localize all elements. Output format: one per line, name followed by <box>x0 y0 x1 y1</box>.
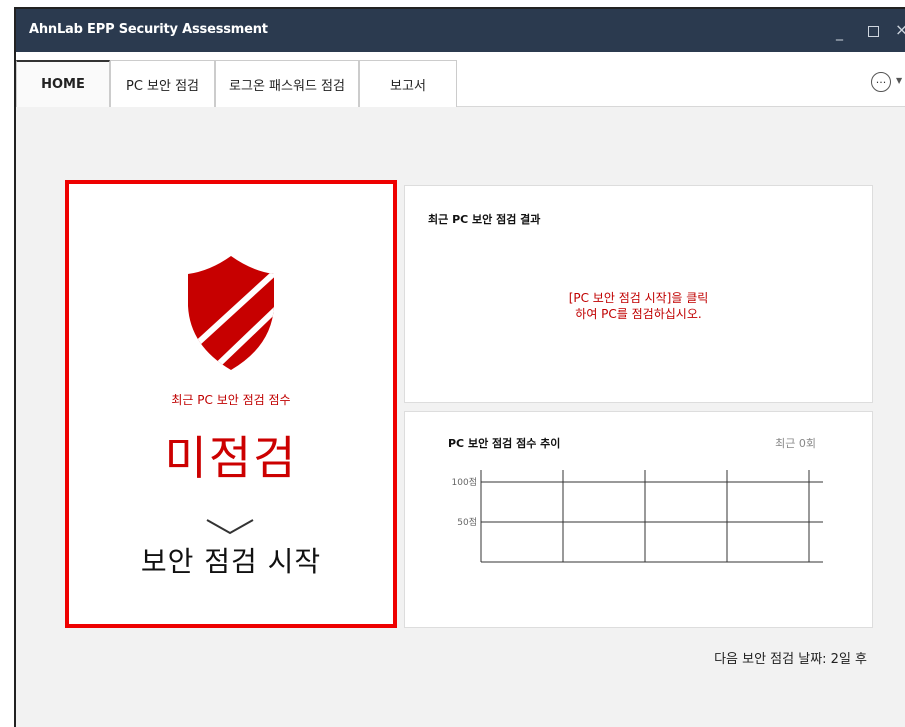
home-content: 최근 PC 보안 점검 점수 미점검 보안 점검 시작 최근 PC 보안 점검 … <box>16 107 905 727</box>
tab-bar: HOME PC 보안 점검 로그온 패스워드 점검 보고서 ··· ▼ <box>16 52 905 107</box>
recent-result-message-line2: 하여 PC를 점검하십시오. <box>575 307 702 321</box>
score-trend-card: PC 보안 점검 점수 추이 최근 0회 100점 50점 <box>404 411 873 628</box>
recent-result-message: [PC 보안 점검 시작]을 클릭 하여 PC를 점검하십시오. <box>405 290 872 322</box>
more-options-icon[interactable]: ··· <box>871 72 891 92</box>
next-check-date: 다음 보안 점검 날짜: 2일 후 <box>714 652 867 667</box>
maximize-button[interactable] <box>868 26 879 37</box>
dropdown-caret-icon[interactable]: ▼ <box>896 76 902 85</box>
score-trend-title: PC 보안 점검 점수 추이 <box>448 437 561 450</box>
recent-result-message-line1: [PC 보안 점검 시작]을 클릭 <box>568 291 709 305</box>
score-trend-chart: 100점 50점 <box>452 470 823 563</box>
score-card: 최근 PC 보안 점검 점수 미점검 보안 점검 시작 <box>65 180 397 628</box>
close-button[interactable]: × <box>895 20 905 39</box>
score-value: 미점검 <box>164 431 298 485</box>
tab-home[interactable]: HOME <box>16 60 110 107</box>
start-security-check-button[interactable]: 보안 점검 시작 <box>69 540 393 580</box>
tab-logon-password-check[interactable]: 로그온 패스워드 점검 <box>215 60 359 107</box>
app-window: AhnLab EPP Security Assessment _ × HOME … <box>14 7 905 727</box>
window-title: AhnLab EPP Security Assessment <box>29 22 268 37</box>
tab-report[interactable]: 보고서 <box>359 60 457 107</box>
chevron-down-icon[interactable] <box>205 518 255 536</box>
tab-pc-security-check[interactable]: PC 보안 점검 <box>110 60 215 107</box>
recent-result-card: 최근 PC 보안 점검 결과 [PC 보안 점검 시작]을 클릭 하여 PC를 … <box>404 185 873 403</box>
score-label: 최근 PC 보안 점검 점수 <box>171 393 291 407</box>
shield-icon <box>188 256 274 370</box>
recent-result-title: 최근 PC 보안 점검 결과 <box>428 213 541 226</box>
y-tick-50: 50점 <box>457 516 477 528</box>
score-trend-recent-count: 최근 0회 <box>775 437 816 450</box>
y-tick-100: 100점 <box>452 476 477 488</box>
title-bar: AhnLab EPP Security Assessment _ × <box>16 9 905 52</box>
minimize-button[interactable]: _ <box>836 25 843 41</box>
